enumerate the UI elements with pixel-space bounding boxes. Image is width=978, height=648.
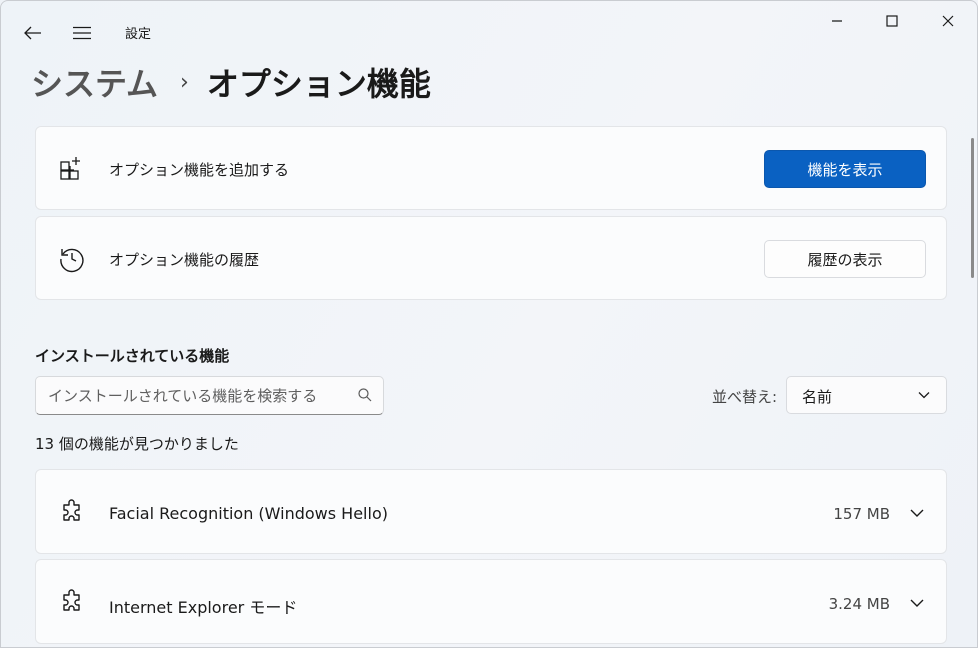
feature-history-card: オプション機能の履歴 履歴の表示 (35, 216, 947, 300)
chevron-down-icon[interactable] (910, 507, 924, 519)
chevron-down-icon[interactable] (910, 597, 924, 609)
maximize-icon (886, 15, 898, 27)
settings-window: 設定 システム › オプション機能 オプション機能を追加する 機能を表示 オプシ… (0, 0, 978, 648)
title-bar: 設定 (1, 1, 977, 61)
chevron-down-icon (918, 392, 930, 399)
minimize-icon (832, 20, 842, 22)
add-feature-card: オプション機能を追加する 機能を表示 (35, 126, 947, 210)
feature-name: Facial Recognition (Windows Hello) (109, 504, 388, 523)
breadcrumb: システム › オプション機能 (31, 59, 431, 105)
feature-row-internet-explorer[interactable]: Internet Explorer モード 3.24 MB (35, 559, 947, 644)
installed-features-heading: インストールされている機能 (35, 347, 230, 365)
view-history-button[interactable]: 履歴の表示 (764, 240, 926, 278)
breadcrumb-parent-system[interactable]: システム (31, 59, 158, 105)
page-title: オプション機能 (206, 65, 431, 103)
feature-size: 157 MB (833, 505, 890, 523)
puzzle-icon (63, 499, 80, 521)
vertical-scrollbar[interactable] (971, 138, 974, 278)
minimize-button[interactable] (809, 1, 865, 41)
add-apps-icon (58, 155, 86, 183)
back-button[interactable] (13, 15, 53, 51)
navigation-menu-button[interactable] (62, 15, 102, 51)
feature-name: Internet Explorer モード (109, 598, 298, 617)
close-icon (942, 15, 954, 27)
maximize-button[interactable] (864, 1, 920, 41)
puzzle-icon (63, 589, 80, 611)
sort-label: 並べ替え: (712, 388, 778, 406)
sort-value: 名前 (802, 388, 833, 406)
close-button[interactable] (920, 1, 976, 41)
feature-count: 13 個の機能が見つかりました (35, 435, 239, 453)
history-icon (58, 245, 86, 273)
sort-dropdown[interactable]: 名前 (786, 376, 947, 414)
feature-size: 3.24 MB (828, 595, 890, 613)
breadcrumb-separator: › (180, 69, 189, 95)
view-features-button[interactable]: 機能を表示 (764, 150, 926, 188)
search-input[interactable] (36, 377, 358, 414)
back-arrow-icon (24, 26, 41, 40)
feature-history-label: オプション機能の履歴 (109, 251, 260, 269)
add-feature-label: オプション機能を追加する (109, 161, 290, 179)
feature-row-facial-recognition[interactable]: Facial Recognition (Windows Hello) 157 M… (35, 469, 947, 554)
app-title: 設定 (125, 27, 152, 42)
installed-features-search (35, 376, 384, 415)
search-icon[interactable] (357, 387, 373, 403)
hamburger-menu-icon (73, 26, 91, 40)
